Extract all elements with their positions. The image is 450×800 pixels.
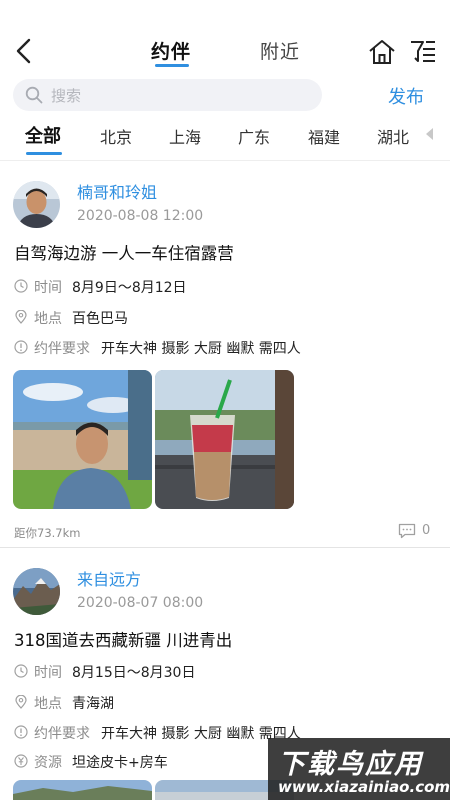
resources-value: 坦途皮卡+房车 — [72, 755, 168, 771]
info-row-requirements: 约伴要求 开车大神 摄影 大厨 幽默 需四人 — [14, 338, 414, 358]
scroll-left-arrow-icon[interactable] — [426, 128, 433, 140]
info-row-time: 时间 8月9日～8月12日 — [14, 277, 414, 297]
post-time: 2020-08-08 12:00 — [77, 208, 204, 224]
region-tab-fujian[interactable]: 福建 — [308, 124, 340, 148]
watermark-title: 下载鸟应用 — [278, 749, 423, 780]
region-tab-hubei[interactable]: 湖北 — [377, 124, 409, 148]
comment-icon[interactable] — [398, 523, 416, 539]
info-row-time: 时间 8月15日～8月30日 — [14, 662, 414, 682]
info-icon — [14, 725, 28, 739]
watermark-url: www.xiazainiao.com — [278, 778, 450, 796]
distance-text: 距你73.7km — [14, 526, 81, 540]
post-photo[interactable] — [13, 780, 152, 800]
tab-nearby[interactable]: 附近 — [260, 37, 300, 64]
time-value: 8月9日～8月12日 — [72, 280, 187, 296]
resources-label: 资源 — [34, 755, 62, 771]
region-active-indicator — [26, 152, 62, 155]
avatar[interactable] — [13, 568, 60, 615]
post-title[interactable]: 318国道去西藏新疆 川进青出 — [14, 627, 232, 651]
time-value: 8月15日～8月30日 — [72, 665, 196, 681]
tab-active-indicator — [155, 64, 189, 67]
filter-icon[interactable] — [409, 39, 437, 65]
location-label: 地点 — [34, 696, 62, 712]
comment-count: 0 — [422, 523, 431, 538]
location-value: 青海湖 — [72, 696, 114, 712]
time-label: 时间 — [34, 665, 62, 681]
time-label: 时间 — [34, 280, 62, 296]
username[interactable]: 来自远方 — [77, 566, 141, 590]
region-tab-guangdong[interactable]: 广东 — [238, 124, 270, 148]
back-arrow-icon[interactable] — [12, 36, 36, 66]
home-icon[interactable] — [368, 38, 396, 66]
watermark-logo: 下载鸟应用 www.xiazainiao.com — [268, 738, 450, 800]
post-photo[interactable] — [13, 370, 152, 509]
location-value: 百色巴马 — [72, 311, 128, 327]
requirements-label: 约伴要求 — [34, 726, 90, 742]
location-pin-icon — [15, 695, 27, 709]
post-time: 2020-08-07 08:00 — [77, 595, 204, 611]
requirements-label: 约伴要求 — [34, 341, 90, 357]
tab-companion[interactable]: 约伴 — [151, 37, 191, 64]
username[interactable]: 楠哥和玲姐 — [77, 179, 157, 203]
info-row-location: 地点 百色巴马 — [14, 308, 414, 328]
avatar[interactable] — [13, 181, 60, 228]
location-pin-icon — [15, 310, 27, 324]
info-row-location: 地点 青海湖 — [14, 693, 414, 713]
yuan-currency-icon — [14, 754, 28, 768]
info-icon — [14, 340, 28, 354]
clock-icon — [14, 664, 28, 678]
top-bar: 约伴 附近 — [0, 0, 450, 76]
post-card[interactable]: 楠哥和玲姐 2020-08-08 12:00 自驾海边游 一人一车住宿露营 时间… — [0, 161, 450, 547]
requirements-value: 开车大神 摄影 大厨 幽默 需四人 — [101, 341, 301, 357]
search-placeholder: 搜索 — [51, 87, 82, 105]
search-input[interactable]: 搜索 — [13, 79, 322, 111]
location-label: 地点 — [34, 311, 62, 327]
post-photo[interactable] — [155, 370, 294, 509]
region-tabs: 全部 北京 上海 广东 福建 湖北 — [0, 118, 450, 156]
region-tab-beijing[interactable]: 北京 — [100, 124, 132, 148]
region-tab-all[interactable]: 全部 — [25, 122, 61, 148]
search-icon — [25, 86, 43, 104]
publish-button[interactable]: 发布 — [388, 83, 424, 109]
post-title[interactable]: 自驾海边游 一人一车住宿露营 — [14, 240, 234, 264]
clock-icon — [14, 279, 28, 293]
region-tab-shanghai[interactable]: 上海 — [169, 124, 201, 148]
